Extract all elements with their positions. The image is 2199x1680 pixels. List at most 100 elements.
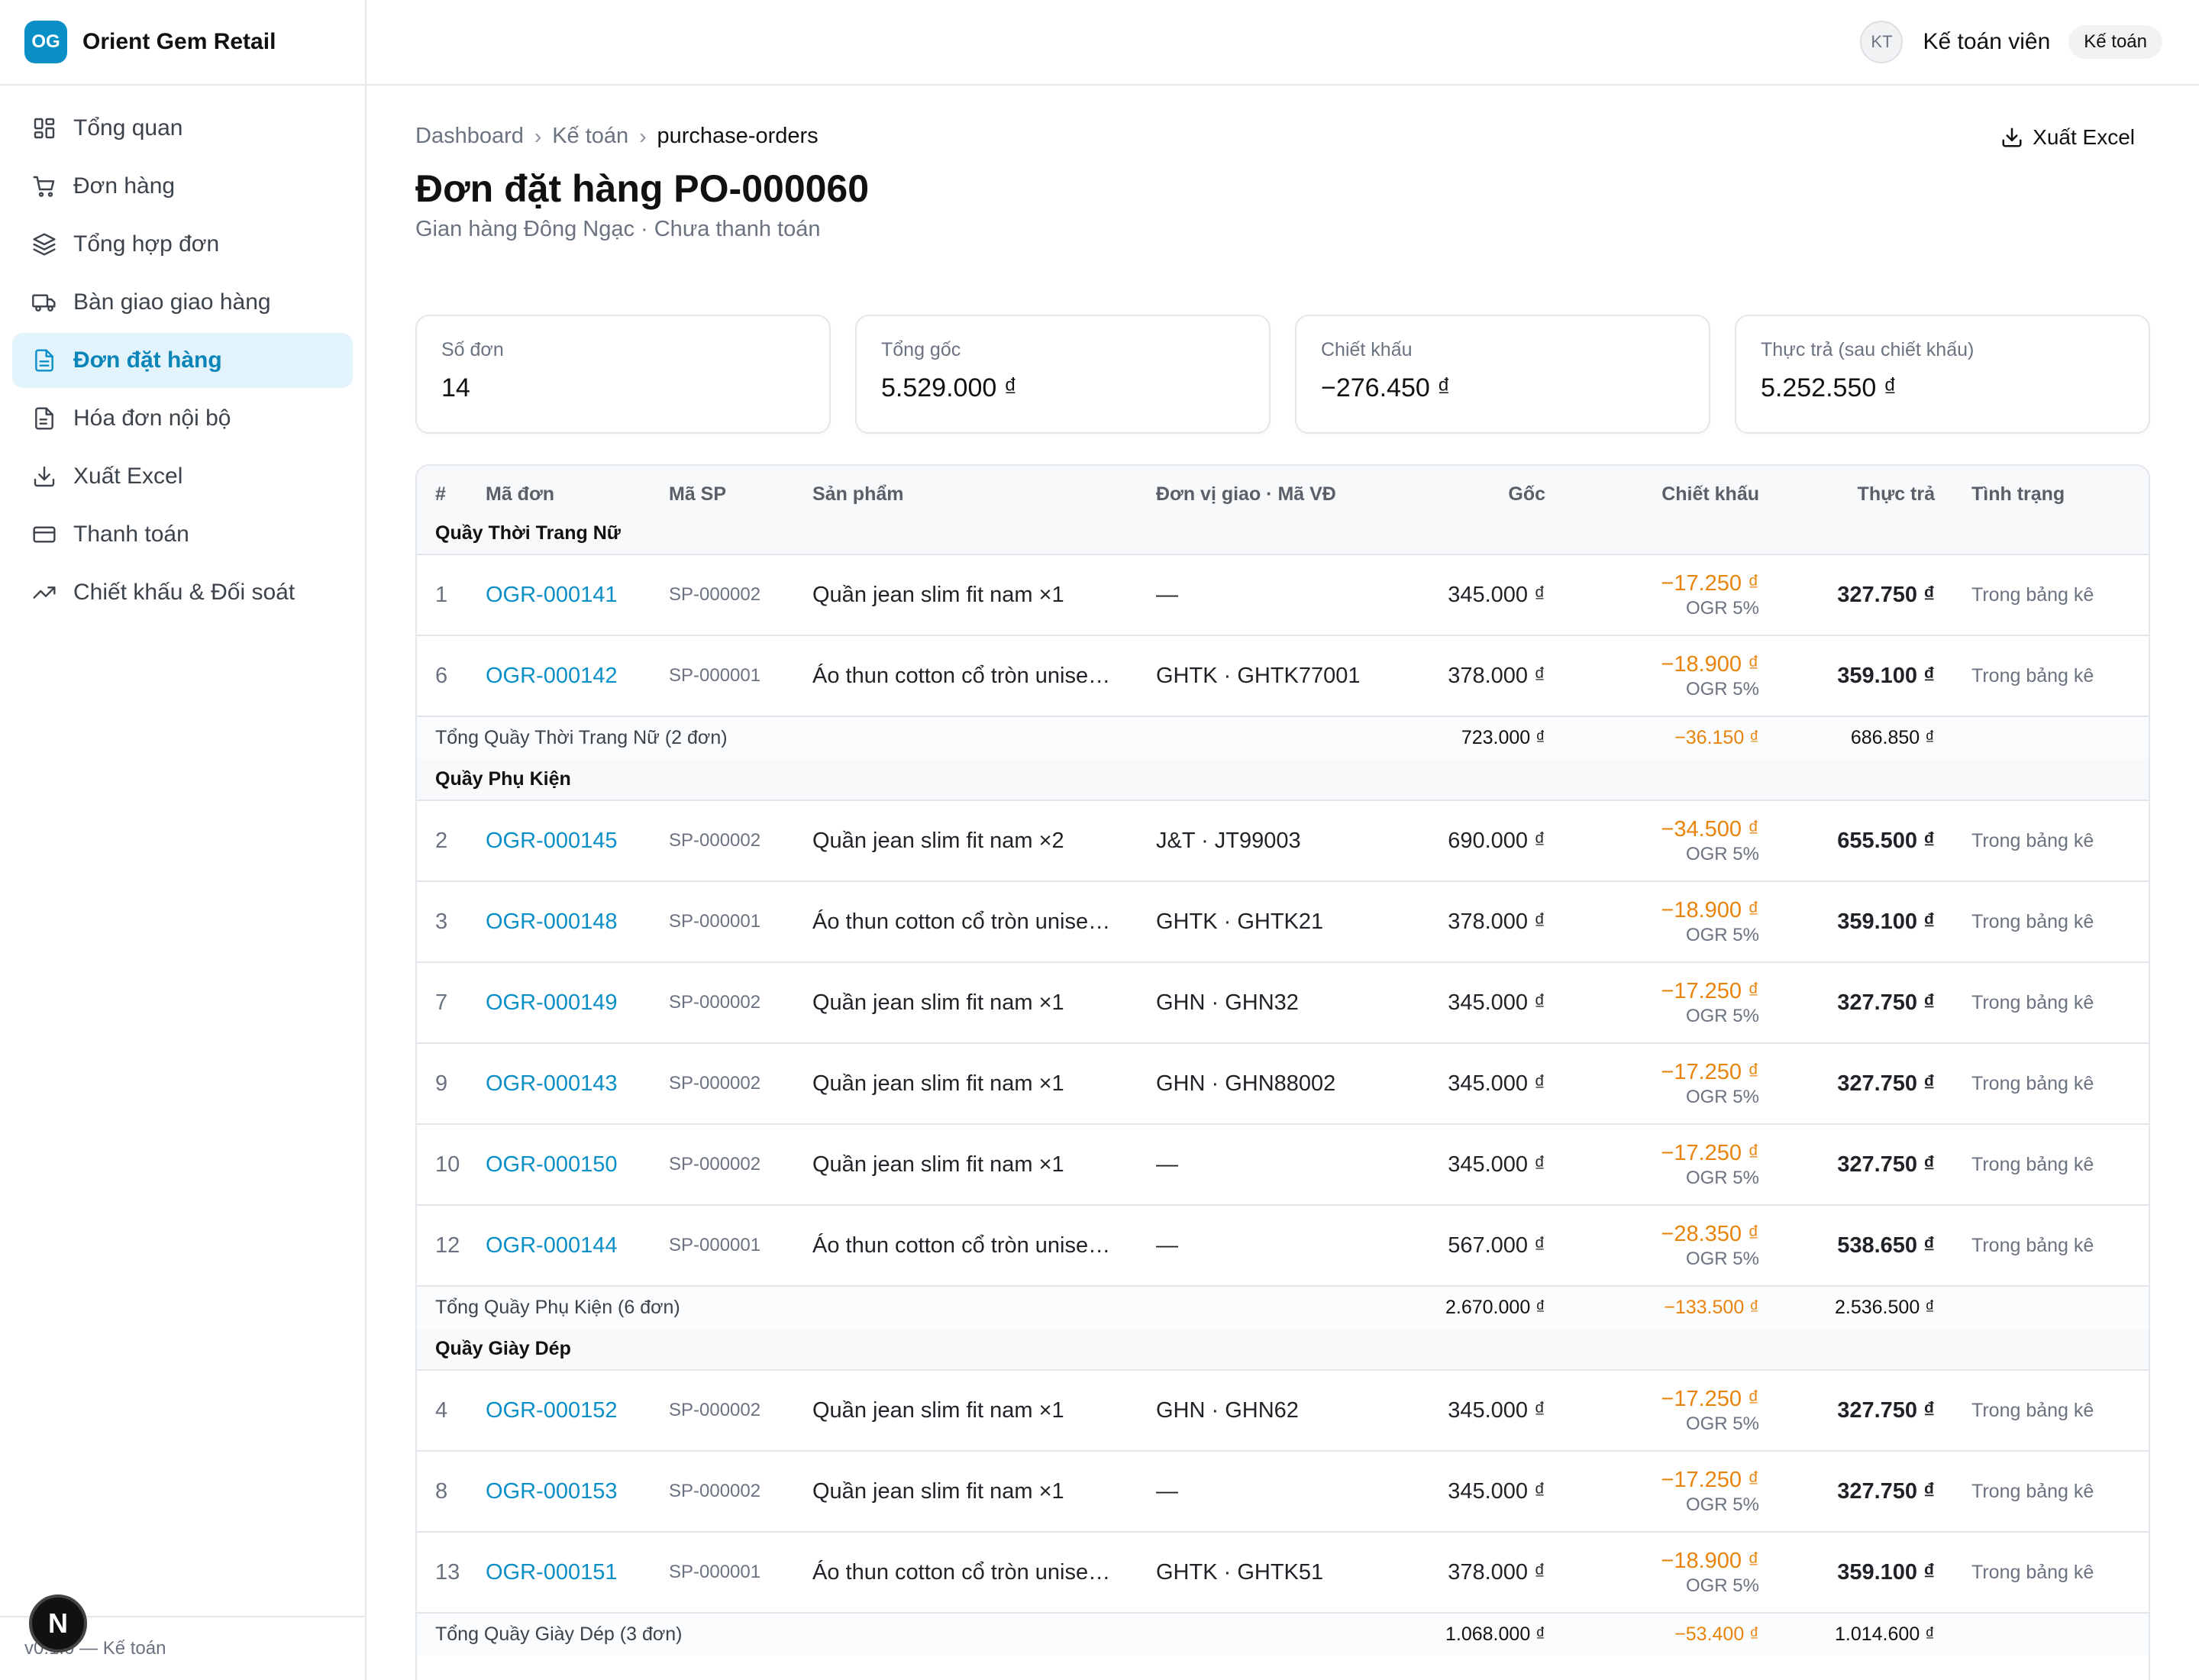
product-sku: SP-000002 — [669, 1370, 812, 1452]
discount-amount: −28.350 ₫ — [1661, 1221, 1759, 1246]
row-index: 1 — [417, 554, 486, 636]
sidebar-item-4[interactable]: Bàn giao giao hàng — [12, 275, 353, 330]
order-code-link[interactable]: OGR-000142 — [486, 635, 669, 717]
stat-label: Số đơn — [441, 339, 504, 360]
order-code-link[interactable]: OGR-000150 — [486, 1124, 669, 1206]
discount-note: OGR 5% — [1685, 1248, 1759, 1269]
order-code-link[interactable]: OGR-000145 — [486, 800, 669, 882]
table-row: 13 OGR-000151 SP-000001 Áo thun cotton cổ t… — [417, 1532, 2149, 1614]
stat-value: 5.252.550 ₫ — [1761, 373, 1897, 402]
chevron-right-icon: › — [534, 124, 542, 148]
column-header: Thực trả — [1759, 466, 1935, 513]
sidebar-item-label: Bàn giao giao hàng — [73, 289, 271, 315]
discount-cell: −17.250 ₫ OGR 5% — [1545, 1124, 1759, 1206]
role-badge: Kế toán — [2068, 25, 2162, 59]
table-row: 6 OGR-000142 SP-000001 Áo thun cotton cổ tr… — [417, 635, 2149, 717]
column-header: Đơn vị giao · Mã VĐ — [1156, 466, 1385, 513]
discount-cell: −34.500 ₫ OGR 5% — [1545, 800, 1759, 882]
download-icon — [2002, 128, 2022, 147]
avatar[interactable]: KT — [1860, 21, 1904, 63]
user-name: Kế toán viên — [1923, 29, 2051, 54]
topbar: KT Kế toán viên Kế toán — [366, 0, 2199, 86]
stat-card-discount: Chiết khấu −276.450 ₫ — [1295, 315, 1710, 434]
sidebar-item-9[interactable]: Chiết khấu & Đối soát — [12, 565, 353, 620]
sidebar-item-3[interactable]: Tổng hợp đơn — [12, 217, 353, 272]
group-name: Quầy Giày Dép — [417, 1329, 2149, 1371]
status-badge: Trong bảng kê — [1935, 1205, 2149, 1287]
order-code-link[interactable]: OGR-000141 — [486, 554, 669, 636]
status-badge: Trong bảng kê — [1935, 635, 2149, 717]
table-header-row: # Mã đơn Mã SP Sản phẩm Đơn vị giao · Mã… — [417, 466, 2149, 513]
order-code-link[interactable]: OGR-000151 — [486, 1532, 669, 1614]
carrier-tracking: GHTK · GHTK77001 — [1156, 635, 1385, 717]
order-code-link[interactable]: OGR-000148 — [486, 881, 669, 963]
export-excel-button[interactable]: Xuất Excel — [2000, 125, 2135, 150]
gross-amount: 690.000 ₫ — [1385, 800, 1545, 882]
subtotal-net: 686.850 ₫ — [1759, 716, 1935, 759]
subtotal-row: Tổng Quầy Giày Dép (3 đơn) 1.068.000 ₫ −53… — [417, 1613, 2149, 1656]
column-header: # — [417, 466, 486, 513]
subtotal-empty — [1935, 716, 2149, 759]
discount-amount: −17.250 ₫ — [1661, 978, 1759, 1003]
sidebar-item-7[interactable]: Xuất Excel — [12, 449, 353, 504]
discount-note: OGR 5% — [1685, 843, 1759, 864]
discount-note: OGR 5% — [1685, 1413, 1759, 1434]
orders-table-container: # Mã đơn Mã SP Sản phẩm Đơn vị giao · Mã… — [415, 464, 2150, 1680]
product-sku: SP-000002 — [669, 1451, 812, 1533]
net-amount: 538.650 ₫ — [1759, 1205, 1935, 1287]
stat-value: −276.450 ₫ — [1321, 373, 1451, 402]
discount-note: OGR 5% — [1685, 678, 1759, 699]
product-name: Áo thun cotton cổ tròn unise… — [812, 881, 1156, 963]
breadcrumb-current: purchase-orders — [657, 124, 819, 148]
subtotal-empty — [1935, 1286, 2149, 1329]
product-sku: SP-000002 — [669, 1124, 812, 1206]
sidebar-item-2[interactable]: Đơn hàng — [12, 159, 353, 214]
product-sku: SP-000001 — [669, 1532, 812, 1614]
discount-cell: −17.250 ₫ OGR 5% — [1545, 1370, 1759, 1452]
discount-amount: −18.900 ₫ — [1661, 651, 1759, 677]
order-code-link[interactable]: OGR-000152 — [486, 1370, 669, 1452]
sidebar-item-label: Hóa đơn nội bộ — [73, 405, 231, 431]
discount-amount: −34.500 ₫ — [1661, 816, 1759, 842]
document-icon — [35, 349, 53, 372]
table-row: 1 OGR-000141 SP-000002 Quần jean slim fit n… — [417, 554, 2149, 636]
discount-cell: −18.900 ₫ OGR 5% — [1545, 1532, 1759, 1614]
table-row: 7 OGR-000149 SP-000002 Quần jean slim fit n… — [417, 962, 2149, 1044]
row-index: 8 — [417, 1451, 486, 1533]
subtotal-gross: 2.670.000 ₫ — [1385, 1286, 1545, 1329]
order-code-link[interactable]: OGR-000149 — [486, 962, 669, 1044]
breadcrumb-accounting[interactable]: Kế toán — [552, 124, 628, 149]
stat-value: 5.529.000 ₫ — [881, 373, 1018, 402]
stats-row: Số đơn 14 Tổng gốc 5.529.000 ₫ Chiết khấ… — [415, 315, 2150, 434]
product-name: Quần jean slim fit nam ×1 — [812, 1124, 1156, 1206]
breadcrumb-dashboard[interactable]: Dashboard — [415, 124, 524, 149]
sidebar-item-6[interactable]: Hóa đơn nội bộ — [12, 391, 353, 446]
group-name: Quầy Thời Trang Nữ — [417, 513, 2149, 555]
stat-card-net-total: Thực trả (sau chiết khấu) 5.252.550 ₫ — [1735, 315, 2150, 434]
page-subtitle: Gian hàng Đông Ngạc · Chưa thanh toán — [415, 217, 821, 241]
row-index: 10 — [417, 1124, 486, 1206]
subtotal-label: Tổng Quầy Giày Dép (3 đơn) — [417, 1613, 1385, 1656]
order-code-link[interactable]: OGR-000153 — [486, 1451, 669, 1533]
order-code-link[interactable]: OGR-000144 — [486, 1205, 669, 1287]
sidebar: OG Orient Gem Retail Tổng quan Đơn hàng Tổ… — [0, 0, 366, 1680]
brand-logo: OG — [24, 21, 67, 63]
group-header-row: Quầy Phụ Kiện — [417, 759, 2149, 801]
sidebar-item-1[interactable]: Tổng quan — [12, 101, 353, 156]
sidebar-item-label: Xuất Excel — [73, 464, 183, 489]
gross-amount: 378.000 ₫ — [1385, 1532, 1545, 1614]
order-code-link[interactable]: OGR-000143 — [486, 1043, 669, 1125]
sidebar-item-8[interactable]: Thanh toán — [12, 507, 353, 562]
net-amount: 327.750 ₫ — [1759, 1370, 1935, 1452]
carrier-tracking: GHN · GHN32 — [1156, 962, 1385, 1044]
discount-amount: −17.250 ₫ — [1661, 1140, 1759, 1165]
sidebar-item-5[interactable]: Đơn đặt hàng — [12, 333, 353, 388]
brand[interactable]: OG Orient Gem Retail — [0, 0, 365, 86]
dev-indicator-button[interactable]: N — [29, 1594, 87, 1653]
brand-name: Orient Gem Retail — [82, 29, 276, 54]
subtotal-net: 2.536.500 ₫ — [1759, 1286, 1935, 1329]
discount-cell: −17.250 ₫ OGR 5% — [1545, 554, 1759, 636]
product-sku: SP-000001 — [669, 881, 812, 963]
product-name: Quần jean slim fit nam ×1 — [812, 1043, 1156, 1125]
sidebar-item-label: Tổng quan — [73, 115, 183, 141]
